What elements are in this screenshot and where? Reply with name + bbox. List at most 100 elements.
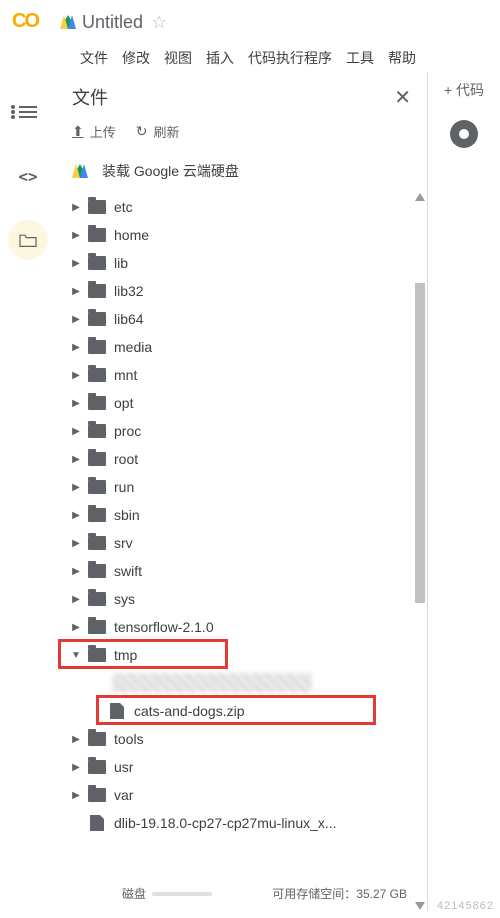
record-button[interactable] [450,120,478,148]
tree-scrollbar[interactable] [415,193,425,910]
expand-arrow-icon[interactable]: ▶ [68,566,84,577]
upload-label: 上传 [90,122,116,141]
menu-file[interactable]: 文件 [80,48,108,68]
folder-icon [88,620,106,634]
expand-arrow-icon[interactable]: ▶ [68,342,84,353]
node-label: lib [114,255,128,271]
node-label: cats-and-dogs.zip [134,703,245,719]
expand-arrow-icon[interactable]: ▶ [68,538,84,549]
expand-arrow-icon[interactable]: ▶ [68,762,84,773]
folder-row[interactable]: ▶ media [68,333,427,361]
node-label: opt [114,395,133,411]
folder-icon [88,508,106,522]
expand-arrow-icon[interactable]: ▶ [68,370,84,381]
folder-icon [88,480,106,494]
expand-arrow-icon[interactable]: ▶ [68,426,84,437]
folder-icon [88,564,106,578]
node-label: etc [114,199,133,215]
expand-arrow-icon[interactable]: ▶ [68,510,84,521]
expand-arrow-icon[interactable]: ▶ [68,622,84,633]
folder-icon [88,284,106,298]
folder-row[interactable]: ▶tensorflow-2.1.0 [68,613,427,641]
upload-icon: ⬆ [72,123,84,140]
menu-view[interactable]: 视图 [164,48,192,68]
folder-row[interactable]: ▶ home [68,221,427,249]
expand-arrow-icon[interactable]: ▼ [68,650,84,661]
scroll-up-icon[interactable] [415,193,425,201]
folder-row[interactable]: ▶ run [68,473,427,501]
colab-logo: CO [12,10,48,34]
node-label: home [114,227,149,243]
expand-arrow-icon[interactable]: ▶ [68,454,84,465]
expand-arrow-icon[interactable]: ▶ [68,594,84,605]
file-tree[interactable]: ▶etc▶home▶lib▶lib32▶lib64▶media▶mnt▶opt▶… [56,193,427,910]
title-section: Untitled ☆ [60,12,167,33]
expand-arrow-icon[interactable]: ▶ [68,286,84,297]
node-label: lib32 [114,283,144,299]
folder-icon [88,256,106,270]
folder-row[interactable]: ▶root [68,445,427,473]
code-brackets-icon: <> [18,167,37,186]
folder-row[interactable]: ▶ lib [68,249,427,277]
folder-icon [88,424,106,438]
node-label: tmp [114,647,137,663]
expand-arrow-icon[interactable]: ▶ [68,398,84,409]
close-panel-button[interactable]: ✕ [394,85,411,110]
expand-arrow-icon[interactable]: ▶ [68,230,84,241]
expand-arrow-icon[interactable]: ▶ [68,734,84,745]
refresh-icon: ↻ [136,123,148,140]
document-title[interactable]: Untitled [82,12,143,33]
folder-row[interactable]: ▶var [68,781,427,809]
folder-icon [88,452,106,466]
expand-arrow-icon[interactable]: ▶ [68,482,84,493]
star-icon[interactable]: ☆ [151,12,167,33]
folder-row[interactable]: ▶sbin [68,501,427,529]
file-row[interactable]: cats-and-dogs.zip [68,697,427,725]
free-space-label: 可用存储空间： [272,887,356,901]
folder-row[interactable]: ▶srv [68,529,427,557]
folder-icon [88,340,106,354]
folder-row[interactable]: ▶swift [68,557,427,585]
blurred-row[interactable] [68,669,427,697]
add-code-button[interactable]: + 代码 [444,80,484,100]
expand-arrow-icon[interactable]: ▶ [68,790,84,801]
expand-arrow-icon[interactable]: ▶ [68,314,84,325]
folder-row[interactable]: ▼ tmp [68,641,427,669]
right-strip: + 代码 [428,72,500,910]
folder-row[interactable]: ▶ lib32 [68,277,427,305]
menu-tools[interactable]: 工具 [346,48,374,68]
file-row[interactable]: dlib-19.18.0-cp27-cp27mu-linux_x... [68,809,427,837]
node-label: media [114,339,152,355]
refresh-label: 刷新 [153,122,179,141]
menu-runtime[interactable]: 代码执行程序 [248,48,332,68]
expand-arrow-icon[interactable]: ▶ [68,202,84,213]
file-panel: 文件 ✕ ⬆ 上传 ↻ 刷新 装载 Google 云端硬盘 ▶etc▶home▶… [56,72,428,910]
refresh-button[interactable]: ↻ 刷新 [136,122,180,141]
folder-row[interactable]: ▶usr [68,753,427,781]
folder-row[interactable]: ▶proc [68,417,427,445]
menu-insert[interactable]: 插入 [206,48,234,68]
scroll-thumb[interactable] [415,283,425,603]
drive-icon [72,164,88,178]
folder-icon [18,232,38,248]
folder-row[interactable]: ▶ etc [68,193,427,221]
folder-row[interactable]: ▶ opt [68,389,427,417]
scroll-down-icon[interactable] [415,902,425,910]
folder-row[interactable]: ▶mnt [68,361,427,389]
toc-button[interactable] [8,92,48,132]
folder-icon [88,312,106,326]
disk-footer: 磁盘 可用存储空间：35.27 GB [122,885,427,902]
upload-button[interactable]: ⬆ 上传 [72,122,116,141]
menu-help[interactable]: 帮助 [388,48,416,68]
expand-arrow-icon[interactable]: ▶ [68,258,84,269]
node-label: run [114,479,134,495]
find-replace-button[interactable]: <> [8,156,48,196]
files-button[interactable] [8,220,48,260]
menu-edit[interactable]: 修改 [122,48,150,68]
folder-row[interactable]: ▶sys [68,585,427,613]
node-label: lib64 [114,311,144,327]
drive-icon [60,15,76,29]
mount-drive-button[interactable]: 装载 Google 云端硬盘 [56,153,427,193]
folder-row[interactable]: ▶ lib64 [68,305,427,333]
folder-row[interactable]: ▶tools [68,725,427,753]
